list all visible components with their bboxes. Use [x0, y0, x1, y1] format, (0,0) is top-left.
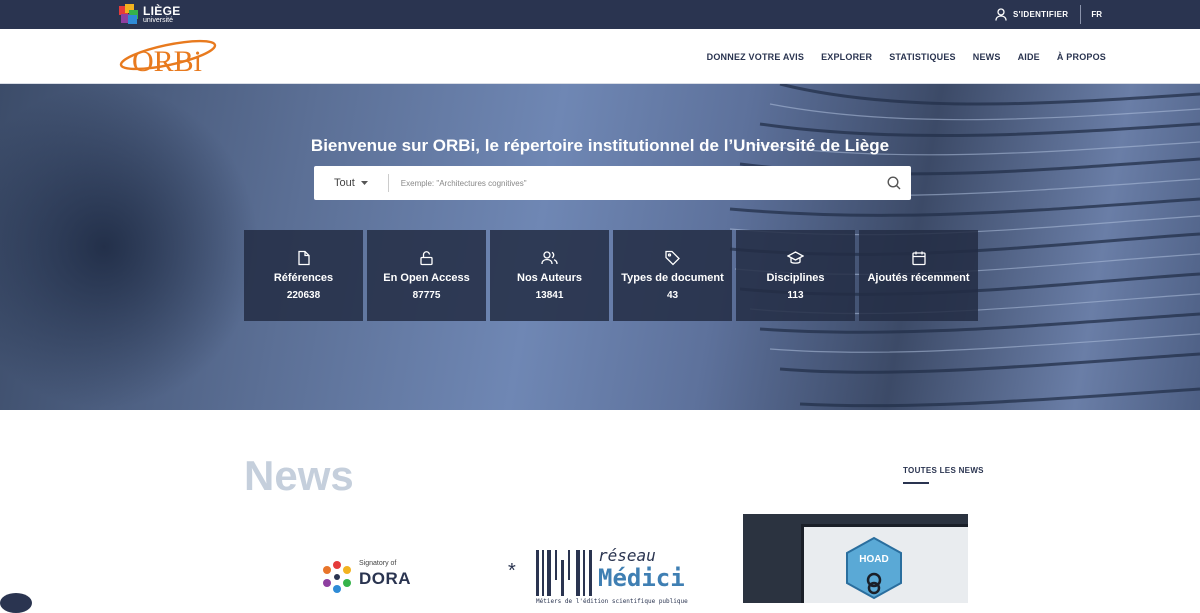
- hoad-hexagon-icon: HOAD: [843, 536, 905, 600]
- hero-shadow: [0, 84, 260, 410]
- search-bar: Tout Exemple: "Architectures cognitives": [314, 166, 911, 200]
- asterisk-icon: *: [508, 560, 516, 582]
- all-news-underline: [903, 482, 929, 484]
- language-selector[interactable]: FR: [1081, 10, 1200, 19]
- tile-label: Disciplines: [766, 272, 825, 284]
- tag-icon: [665, 250, 680, 266]
- search-input[interactable]: Exemple: "Architectures cognitives": [389, 179, 877, 188]
- orbi-logo-text: ORBi: [132, 45, 202, 77]
- medici-logo-bars-icon: [536, 550, 592, 596]
- tile-value: 220638: [286, 290, 321, 301]
- tile-label: Références: [273, 272, 334, 284]
- tile-authors[interactable]: Nos Auteurs 13841: [490, 230, 609, 321]
- medici-name: Médici: [598, 564, 685, 592]
- accessibility-button[interactable]: [0, 593, 32, 613]
- dora-name: DORA: [359, 569, 412, 588]
- hoad-label: HOAD: [859, 554, 889, 565]
- medici-subtitle: Métiers de l'édition scientifique publiq…: [536, 598, 688, 605]
- nav-about[interactable]: À PROPOS: [1057, 52, 1106, 62]
- tile-recently-added[interactable]: Ajoutés récemment: [859, 230, 978, 321]
- medici-reseau-text: réseau: [598, 546, 656, 565]
- uliege-logo-line1: LIÈGE: [143, 3, 181, 18]
- all-news-link[interactable]: TOUTES LES NEWS: [903, 466, 984, 484]
- lock-open-icon: [420, 251, 433, 266]
- tile-label: Nos Auteurs: [517, 272, 582, 284]
- news-card-medici[interactable]: * réseau Médici Métiers de l'édition sci…: [508, 514, 728, 605]
- search-scope-label: Tout: [334, 177, 355, 189]
- nav-explorer[interactable]: EXPLORER: [821, 52, 872, 62]
- signin-label: S'IDENTIFIER: [1013, 10, 1069, 19]
- uliege-logo-line2: université: [143, 16, 173, 24]
- stats-tiles: Références 220638 En Open Access 87775 N…: [244, 230, 978, 321]
- dora-flower-icon: [323, 561, 351, 593]
- main-header: ORBi DONNEZ VOTRE AVIS EXPLORER STATISTI…: [0, 29, 1200, 84]
- tile-disciplines[interactable]: Disciplines 113: [736, 230, 855, 321]
- nav-news[interactable]: NEWS: [973, 52, 1001, 62]
- orbi-logo[interactable]: ORBi: [118, 37, 218, 77]
- tile-value: 87775: [412, 290, 441, 301]
- tile-value: 113: [787, 290, 804, 301]
- tile-label: Types de document: [621, 272, 724, 284]
- caret-down-icon: [360, 181, 368, 185]
- document-icon: [297, 250, 310, 266]
- signin-link[interactable]: S'IDENTIFIER: [995, 5, 1082, 24]
- tile-label: Ajoutés récemment: [867, 272, 970, 284]
- tile-open-access[interactable]: En Open Access 87775: [367, 230, 486, 321]
- news-card-dora[interactable]: Signatory of DORA: [320, 514, 440, 603]
- news-card-hoad[interactable]: HOAD: [743, 514, 968, 603]
- uliege-logo-mark-icon: [119, 4, 139, 24]
- all-news-label: TOUTES LES NEWS: [903, 466, 984, 475]
- main-nav: DONNEZ VOTRE AVIS EXPLORER STATISTIQUES …: [707, 29, 1106, 84]
- search-scope-dropdown[interactable]: Tout: [314, 174, 389, 192]
- search-icon: [887, 176, 901, 190]
- uliege-logo[interactable]: LIÈGE université: [119, 4, 181, 24]
- user-icon: [995, 8, 1007, 21]
- tile-references[interactable]: Références 220638: [244, 230, 363, 321]
- news-heading: News: [244, 452, 354, 499]
- nav-help[interactable]: AIDE: [1018, 52, 1040, 62]
- tile-value: 13841: [535, 290, 564, 301]
- hero-title: Bienvenue sur ORBi, le répertoire instit…: [310, 136, 890, 155]
- calendar-icon: [911, 251, 926, 266]
- search-button[interactable]: [877, 166, 911, 200]
- graduation-cap-icon: [787, 251, 804, 264]
- tile-label: En Open Access: [383, 272, 470, 284]
- nav-feedback[interactable]: DONNEZ VOTRE AVIS: [707, 52, 804, 62]
- dora-signatory-text: Signatory of: [359, 560, 397, 567]
- users-icon: [541, 251, 558, 265]
- hero-banner: Bienvenue sur ORBi, le répertoire instit…: [0, 84, 1200, 410]
- nav-statistics[interactable]: STATISTIQUES: [889, 52, 956, 62]
- top-bar: LIÈGE université S'IDENTIFIER FR: [0, 0, 1200, 29]
- tile-document-types[interactable]: Types de document 43: [613, 230, 732, 321]
- tile-value: 43: [666, 290, 679, 301]
